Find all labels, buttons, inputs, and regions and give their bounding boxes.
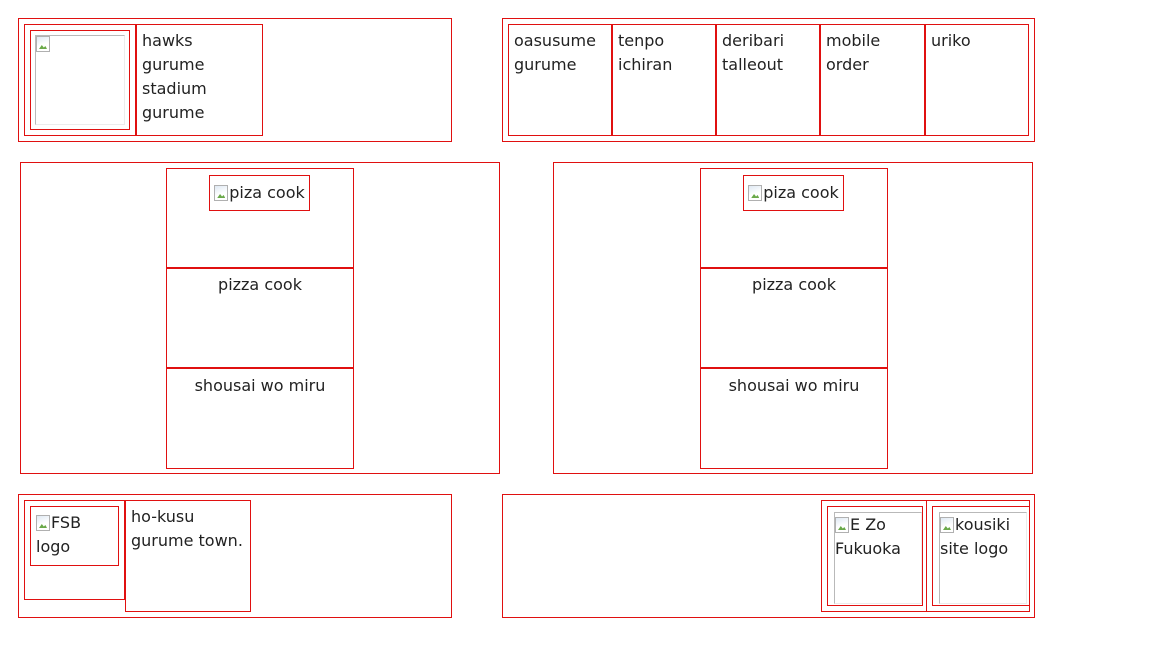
nav-item-oasusume-gurume[interactable]: oasusume gurume xyxy=(508,24,612,136)
ezo-fukuoka-logo[interactable]: E Zo Fukuoka xyxy=(827,506,923,606)
kousiki-site-logo[interactable]: kousiki site logo xyxy=(932,506,1030,606)
shop-card-image-area: piza cook xyxy=(167,169,353,269)
shop-card-image-area: piza cook xyxy=(701,169,887,269)
nav-item-mobile-order[interactable]: mobile order xyxy=(820,24,925,136)
footer-right: E Zo Fukuoka kousiki site logo xyxy=(502,494,1035,618)
shop-card-detail-link[interactable]: shousai wo miru xyxy=(701,369,887,468)
nav-item-uriko[interactable]: uriko xyxy=(925,24,1029,136)
shop-card-section-1: piza cook pizza cook shousai wo miru xyxy=(20,162,500,474)
nav-item-label: mobile order xyxy=(826,31,881,74)
shop-card-name-text: pizza cook xyxy=(752,275,836,294)
shop-card-image[interactable]: piza cook xyxy=(743,175,844,211)
header-logo-image[interactable] xyxy=(30,30,130,130)
shop-card-image[interactable]: piza cook xyxy=(209,175,310,211)
nav-item-tenpo-ichiran[interactable]: tenpo ichiran xyxy=(612,24,716,136)
shop-card-detail-text: shousai wo miru xyxy=(728,376,860,395)
broken-image-icon xyxy=(940,517,954,533)
shop-card-detail-link[interactable]: shousai wo miru xyxy=(167,369,353,468)
broken-image-icon xyxy=(214,185,229,201)
header-left: hawks gurume stadium gurume xyxy=(18,18,452,142)
nav-item-deribari-talleout[interactable]: deribari talleout xyxy=(716,24,820,136)
header-nav: oasusume gurume tenpo ichiran deribari t… xyxy=(502,18,1035,142)
shop-card-section-2: piza cook pizza cook shousai wo miru xyxy=(553,162,1033,474)
footer-logo-kousiki-container: kousiki site logo xyxy=(926,500,1030,612)
nav-item-label: uriko xyxy=(931,31,971,50)
broken-image-icon xyxy=(36,36,50,52)
footer-logo-container: FSB logo xyxy=(24,500,125,600)
shop-card-image-alt: piza cook xyxy=(229,183,305,202)
nav-item-label: tenpo ichiran xyxy=(618,31,673,74)
shop-card-name: pizza cook xyxy=(701,269,887,369)
header-logo-container xyxy=(24,24,136,136)
shop-card-image-alt: piza cook xyxy=(763,183,839,202)
fsb-logo[interactable]: FSB logo xyxy=(30,506,119,566)
shop-card-name-text: pizza cook xyxy=(218,275,302,294)
nav-item-label: deribari talleout xyxy=(722,31,785,74)
site-title[interactable]: hawks gurume stadium gurume xyxy=(136,24,263,136)
nav-item-label: oasusume gurume xyxy=(514,31,596,74)
footer-text: ho-kusu gurume town. xyxy=(131,507,243,550)
footer-text-block: ho-kusu gurume town. xyxy=(125,500,251,612)
broken-image-icon xyxy=(835,517,849,533)
shop-card-detail-text: shousai wo miru xyxy=(194,376,326,395)
shop-card-2: piza cook pizza cook shousai wo miru xyxy=(700,168,888,469)
broken-image-icon xyxy=(748,185,763,201)
site-title-text: hawks gurume stadium gurume xyxy=(142,31,207,122)
shop-card-1: piza cook pizza cook shousai wo miru xyxy=(166,168,354,469)
broken-image-icon xyxy=(36,515,50,531)
header-logo-broken-image xyxy=(35,35,125,125)
footer-logo-ezo-container: E Zo Fukuoka xyxy=(821,500,927,612)
footer-left: FSB logo ho-kusu gurume town. xyxy=(18,494,452,618)
shop-card-name: pizza cook xyxy=(167,269,353,369)
